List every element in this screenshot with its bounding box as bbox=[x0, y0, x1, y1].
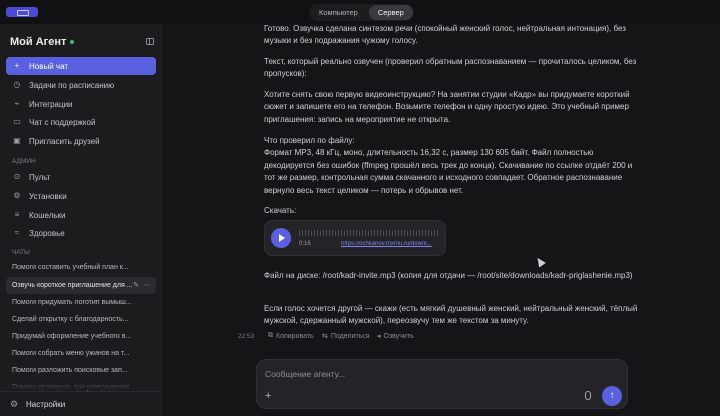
speaker-icon: ◂ bbox=[377, 333, 381, 340]
sidebar-item-label: Интеграции bbox=[29, 99, 73, 109]
sidebar-item-dashboard[interactable]: ⊙ Пульт bbox=[6, 168, 156, 186]
copy-button[interactable]: ⧉ Копировать bbox=[268, 332, 314, 340]
sidebar-collapse-icon[interactable] bbox=[146, 38, 154, 45]
chat-list-item[interactable]: Сделай открытку с благодарность... bbox=[6, 311, 156, 328]
mode-computer-button[interactable]: Компьютер bbox=[310, 5, 367, 20]
play-button[interactable] bbox=[271, 228, 291, 248]
wallet-icon: ≡ bbox=[14, 210, 20, 219]
sidebar-item-integrations[interactable]: ⌁ Интеграции bbox=[6, 95, 156, 113]
plug-icon: ⌁ bbox=[14, 99, 20, 108]
speak-button[interactable]: ◂ Озвучить bbox=[377, 332, 414, 341]
speak-label: Озвучить bbox=[383, 332, 414, 340]
sidebar-item-invite-friends[interactable]: ▣ Пригласить друзей bbox=[6, 132, 156, 150]
chat-list-item[interactable]: Придумай оформление учебного в... bbox=[6, 328, 156, 345]
share-label: Поделиться bbox=[330, 332, 370, 340]
sidebar: Мой Агент + Новый чат ◷ Задачи по распис… bbox=[0, 24, 162, 416]
brand-name: Мой Агент bbox=[10, 36, 67, 48]
audio-download-link[interactable]: https://ochkanov.mxmu.ru/downl... bbox=[341, 241, 439, 247]
chat-list-fade bbox=[0, 374, 162, 390]
chat-list-item[interactable]: Помоги собрать меню ужинов на т... bbox=[6, 345, 156, 362]
gift-icon: ▣ bbox=[13, 136, 21, 145]
message-paragraph: Если голос хочется другой — скажи (есть … bbox=[264, 304, 638, 326]
sidebar-item-label: Задачи по расписанию bbox=[29, 80, 115, 90]
clock-icon: ◷ bbox=[13, 80, 21, 89]
pencil-icon[interactable]: ✎ bbox=[133, 277, 139, 294]
sidebar-item-label: Пригласить друзей bbox=[29, 136, 100, 146]
attach-plus-icon[interactable]: + bbox=[265, 390, 271, 402]
sidebar-item-wallets[interactable]: ≡ Кошельки bbox=[6, 206, 156, 224]
chat-list-item-active[interactable]: Озвучь короткое приглашение для ... ✎ ⋯ bbox=[6, 277, 156, 294]
chat-area: Готово. Озвучка сделана синтезом речи (с… bbox=[162, 24, 720, 416]
sidebar-item-settings-admin[interactable]: ⚙ Установки bbox=[6, 187, 156, 205]
chats-section-label: ЧАТЫ bbox=[12, 249, 30, 256]
admin-section-label: АДМИН bbox=[12, 158, 36, 165]
new-chat-button[interactable]: + Новый чат bbox=[6, 57, 156, 75]
window-icon[interactable] bbox=[6, 7, 38, 17]
more-options-icon[interactable]: ⋯ bbox=[143, 277, 150, 294]
message-input[interactable] bbox=[265, 367, 565, 381]
message-paragraph: Что проверил по файлу: Формат MP3, 48 кГ… bbox=[264, 136, 633, 195]
sidebar-item-label: Кошельки bbox=[29, 210, 66, 220]
chat-list-item[interactable]: Помоги придумать логотип вымыш... bbox=[6, 294, 156, 311]
message-paragraph: Хотите снять свою первую видеоинструкцию… bbox=[264, 90, 630, 124]
gear-icon: ⚙ bbox=[10, 398, 19, 409]
mode-switch: Компьютер Сервер bbox=[309, 4, 414, 21]
settings-button[interactable]: ⚙ Настройки bbox=[0, 391, 162, 416]
chat-title: Озвучь короткое приглашение для ... bbox=[12, 282, 133, 289]
audio-player: 0:16 https://ochkanov.mxmu.ru/downl... bbox=[264, 220, 446, 256]
sidebar-item-scheduled-tasks[interactable]: ◷ Задачи по расписанию bbox=[6, 76, 156, 94]
new-chat-label: Новый чат bbox=[29, 61, 69, 71]
audio-waveform[interactable] bbox=[299, 230, 439, 236]
copy-icon: ⧉ bbox=[268, 332, 273, 339]
share-button[interactable]: ⇆ Поделиться bbox=[322, 332, 370, 341]
sidebar-item-label: Пульт bbox=[29, 172, 51, 182]
plus-icon: + bbox=[14, 61, 20, 70]
brand-title: Мой Агент bbox=[10, 36, 75, 48]
send-button[interactable]: ↑ bbox=[602, 386, 622, 406]
audio-duration: 0:16 bbox=[299, 241, 311, 247]
message-paragraph: Готово. Озвучка сделана синтезом речи (с… bbox=[264, 24, 626, 46]
online-status-dot bbox=[70, 40, 75, 45]
message-composer: + ↑ bbox=[256, 359, 628, 409]
sliders-icon: ⚙ bbox=[13, 191, 21, 200]
sidebar-item-label: Здоровье bbox=[29, 228, 65, 238]
message-paragraph: Файл на диске: /root/kadr-invite.mp3 (ко… bbox=[264, 271, 633, 280]
message-timestamp: 22:53 bbox=[238, 333, 255, 340]
heart-icon: ≈ bbox=[14, 228, 20, 237]
chat-list-item[interactable]: Помоги составить учебный план к... bbox=[6, 259, 156, 276]
sidebar-item-health[interactable]: ≈ Здоровье bbox=[6, 224, 156, 242]
download-label: Скачать: bbox=[264, 206, 297, 215]
settings-label: Настройки bbox=[26, 399, 66, 409]
top-bar: Компьютер Сервер bbox=[0, 0, 720, 24]
copy-label: Копировать bbox=[276, 332, 314, 340]
message-paragraph: Текст, который реально озвучен (проверил… bbox=[264, 57, 637, 79]
mode-server-button[interactable]: Сервер bbox=[368, 5, 413, 20]
sidebar-item-label: Установки bbox=[29, 191, 67, 201]
mouse-cursor-icon bbox=[534, 255, 546, 268]
chat-bubble-icon: ▭ bbox=[13, 117, 21, 126]
sidebar-item-support-chat[interactable]: ▭ Чат с поддержкой bbox=[6, 113, 156, 131]
microphone-icon[interactable] bbox=[585, 391, 591, 400]
dashboard-icon: ⊙ bbox=[13, 172, 21, 181]
sidebar-item-label: Чат с поддержкой bbox=[29, 117, 96, 127]
share-icon: ⇆ bbox=[322, 333, 328, 340]
